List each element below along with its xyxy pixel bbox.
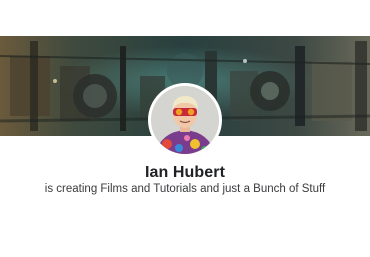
creator-avatar[interactable] — [148, 83, 222, 157]
creator-tagline: is creating Films and Tutorials and just… — [44, 183, 326, 195]
avatar-photo — [151, 86, 219, 154]
creator-page-header: Ian Hubert is creating Films and Tutoria… — [0, 0, 370, 257]
creator-name: Ian Hubert — [144, 164, 226, 181]
